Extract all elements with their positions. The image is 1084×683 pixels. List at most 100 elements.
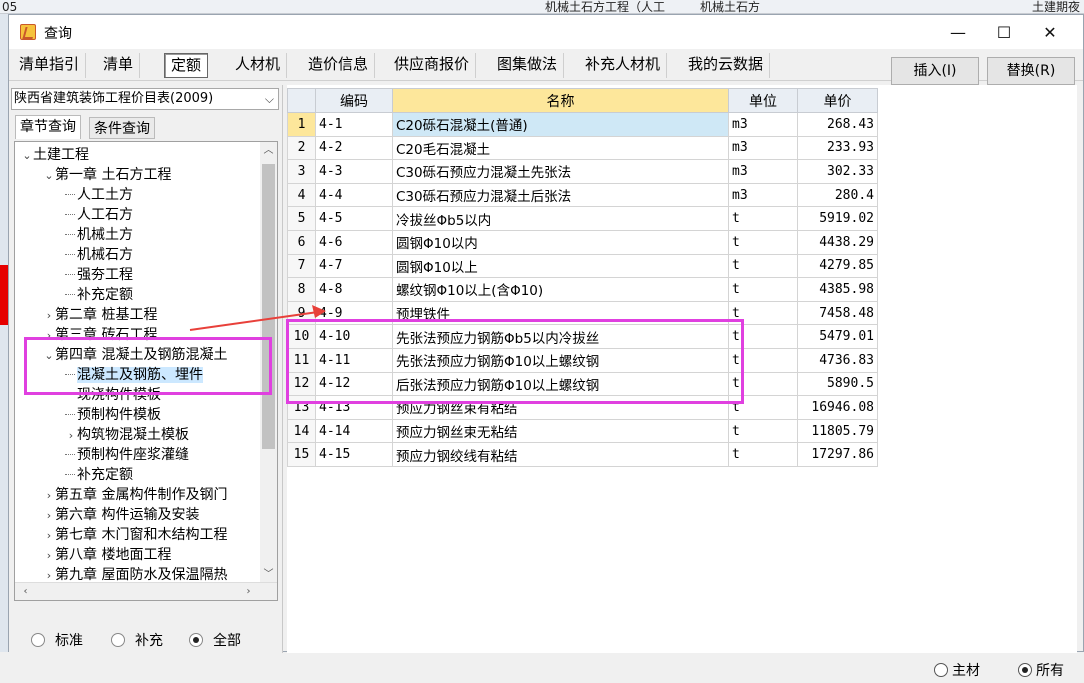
tab-labor-material-machine[interactable]: 人材机 <box>229 53 288 78</box>
main-material-radio[interactable]: 主材 <box>934 660 980 680</box>
tab-bill-guide[interactable]: 清单指引 <box>13 53 87 78</box>
tree-item[interactable]: › 第八章 楼地面工程 <box>43 545 172 566</box>
name-cell: 冷拔丝Φb5以内 <box>392 206 729 231</box>
code-cell: 4-14 <box>315 418 393 444</box>
tab-condition-query[interactable]: 条件查询 <box>89 117 155 139</box>
tree-item-label: 第六章 构件运输及安装 <box>55 507 200 523</box>
scroll-up-icon[interactable]: ︿ <box>260 142 277 159</box>
table-row[interactable]: 5 4-5 冷拔丝Φb5以内 t 5919.02 <box>287 206 878 231</box>
tree-item[interactable]: 机械石方 <box>65 245 133 265</box>
table-row[interactable]: 2 4-2 C20毛石混凝土 m3 233.93 <box>287 135 878 161</box>
radio-icon <box>1018 663 1032 677</box>
scroll-down-icon[interactable]: ﹀ <box>260 566 277 583</box>
filter-standard-radio[interactable]: 标准 <box>31 630 83 650</box>
chevron-down-icon[interactable]: ⌄ <box>43 166 55 186</box>
tree-item[interactable]: › 第五章 金属构件制作及钢门 <box>43 485 228 506</box>
tab-supplier-quote[interactable]: 供应商报价 <box>388 53 477 78</box>
price-cell: 5890.5 <box>797 371 878 397</box>
chevron-right-icon[interactable]: › <box>43 526 55 546</box>
row-index-cell: 6 <box>287 229 316 255</box>
library-select[interactable]: 陕西省建筑装饰工程价目表(2009) ⌵ <box>11 88 279 110</box>
radio-label: 所有 <box>1036 663 1064 679</box>
close-icon[interactable]: ✕ <box>1027 15 1073 49</box>
tree-item[interactable]: 预制构件座浆灌缝 <box>65 445 189 465</box>
code-cell: 4-8 <box>315 277 393 302</box>
chevron-right-icon[interactable]: › <box>43 506 55 526</box>
chevron-right-icon[interactable]: › <box>43 486 55 506</box>
highlight-box-rows <box>286 319 744 404</box>
code-cell: 4-4 <box>315 182 393 208</box>
tab-atlas-method[interactable]: 图集做法 <box>491 53 565 78</box>
tree-item[interactable]: › 第七章 木门窗和木结构工程 <box>43 525 228 546</box>
tab-price-info[interactable]: 造价信息 <box>302 53 376 78</box>
scroll-thumb[interactable] <box>262 164 275 449</box>
tree-item[interactable]: 补充定额 <box>65 465 133 485</box>
unit-cell: t <box>728 253 798 279</box>
filter-all-radio[interactable]: 全部 <box>189 630 241 650</box>
tree-item[interactable]: ⌄第一章 土石方工程 <box>43 165 171 185</box>
scroll-left-icon[interactable]: ‹ <box>17 583 34 600</box>
tree-item[interactable]: 人工土方 <box>65 185 133 205</box>
tree-item-label: 补充定额 <box>77 467 133 483</box>
bg-cell: 05 <box>2 0 18 14</box>
code-cell: 4-1 <box>315 112 393 137</box>
tree-item[interactable]: › 第六章 构件运输及安装 <box>43 505 200 526</box>
radio-icon <box>31 633 45 647</box>
all-radio[interactable]: 所有 <box>1018 660 1064 680</box>
row-index-cell: 15 <box>287 442 316 467</box>
tree-item[interactable]: 补充定额 <box>65 285 133 305</box>
price-cell: 11805.79 <box>797 418 878 444</box>
title-bar[interactable]: 查询 — ☐ ✕ <box>9 15 1083 49</box>
unit-cell: t <box>728 229 798 255</box>
tree-item[interactable]: › 构筑物混凝土模板 <box>65 425 189 445</box>
price-cell: 268.43 <box>797 112 878 137</box>
tree-item[interactable]: ⌄土建工程 <box>21 145 89 165</box>
tab-my-cloud-data[interactable]: 我的云数据 <box>682 53 771 78</box>
tab-bill[interactable]: 清单 <box>97 53 141 78</box>
radio-label: 标准 <box>55 633 83 649</box>
tree-item[interactable]: 预制构件模板 <box>65 405 161 425</box>
insert-button[interactable]: 插入(I) <box>891 57 979 85</box>
tab-chapter-query[interactable]: 章节查询 <box>15 115 81 139</box>
table-row[interactable]: 4 4-4 C30砾石预应力混凝土后张法 m3 280.4 <box>287 182 878 208</box>
tree-connector <box>65 265 75 275</box>
tree-item[interactable]: › 第九章 屋面防水及保温隔热 <box>43 565 228 586</box>
table-row[interactable]: 14 4-14 预应力钢丝束无粘结 t 11805.79 <box>287 418 878 444</box>
row-index-cell: 5 <box>287 206 316 231</box>
price-cell: 4438.29 <box>797 229 878 255</box>
tree-item[interactable]: › 第二章 桩基工程 <box>43 305 158 326</box>
table-row[interactable]: 1 4-1 C20砾石混凝土(普通) m3 268.43 <box>287 112 878 137</box>
chevron-down-icon[interactable]: ⌄ <box>21 146 33 166</box>
header-name[interactable]: 名称 <box>392 88 729 113</box>
name-cell: 螺纹钢Φ10以上(含Φ10) <box>392 277 729 302</box>
header-code[interactable]: 编码 <box>315 88 393 113</box>
chevron-down-icon: ⌵ <box>264 92 274 106</box>
chevron-right-icon[interactable]: › <box>43 566 55 586</box>
radio-label: 主材 <box>952 663 980 679</box>
tree-item[interactable]: 强夯工程 <box>65 265 133 285</box>
table-row[interactable]: 6 4-6 圆钢Φ10以内 t 4438.29 <box>287 229 878 255</box>
tab-supplement-lmm[interactable]: 补充人材机 <box>579 53 668 78</box>
radio-icon <box>111 633 125 647</box>
minimize-icon[interactable]: — <box>935 15 981 49</box>
name-cell: C20砾石混凝土(普通) <box>392 112 729 137</box>
filter-supplement-radio[interactable]: 补充 <box>111 630 163 650</box>
header-price[interactable]: 单价 <box>797 88 878 113</box>
chevron-right-icon[interactable]: › <box>43 546 55 566</box>
tree-item-label: 第七章 木门窗和木结构工程 <box>55 527 228 543</box>
replace-button[interactable]: 替换(R) <box>987 57 1075 85</box>
table-row[interactable]: 3 4-3 C30砾石预应力混凝土先张法 m3 302.33 <box>287 159 878 184</box>
name-cell: C20毛石混凝土 <box>392 135 729 161</box>
chevron-right-icon[interactable]: › <box>65 426 77 446</box>
table-row[interactable]: 8 4-8 螺纹钢Φ10以上(含Φ10) t 4385.98 <box>287 277 878 302</box>
chevron-right-icon[interactable]: › <box>43 306 55 326</box>
table-row[interactable]: 7 4-7 圆钢Φ10以上 t 4279.85 <box>287 253 878 279</box>
tab-quota[interactable]: 定额 <box>164 53 209 78</box>
maximize-icon[interactable]: ☐ <box>981 15 1027 49</box>
tree-item[interactable]: 机械土方 <box>65 225 133 245</box>
tree-item[interactable]: 人工石方 <box>65 205 133 225</box>
price-cell: 5919.02 <box>797 206 878 231</box>
header-unit[interactable]: 单位 <box>728 88 798 113</box>
scroll-right-icon[interactable]: › <box>240 583 257 600</box>
table-row[interactable]: 15 4-15 预应力钢绞线有粘结 t 17297.86 <box>287 442 878 467</box>
